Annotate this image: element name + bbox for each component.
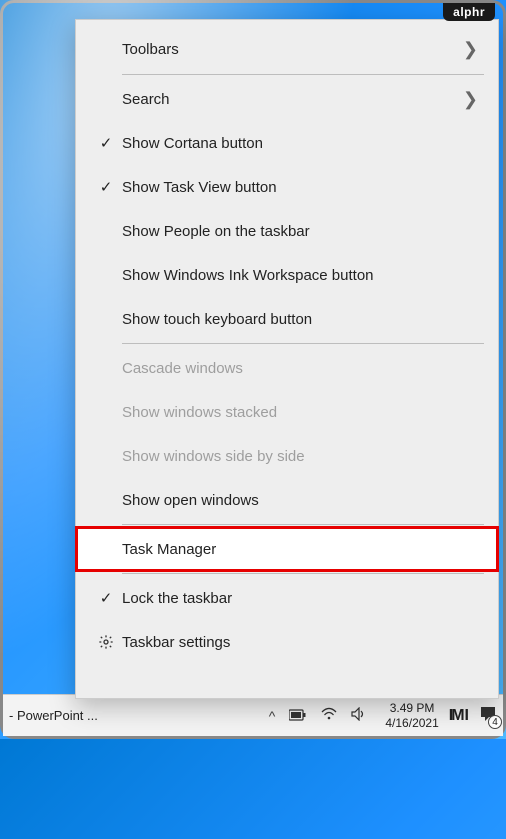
menu-label: Taskbar settings (122, 634, 484, 651)
menu-item-touch-keyboard[interactable]: Show touch keyboard button (76, 297, 498, 341)
menu-item-open-windows[interactable]: Show open windows (76, 478, 498, 522)
taskbar-app-powerpoint[interactable]: - PowerPoint ... (9, 708, 98, 723)
menu-item-sidebyside: Show windows side by side (76, 434, 498, 478)
brand-badge: alphr (443, 3, 495, 21)
menu-item-people[interactable]: Show People on the taskbar (76, 209, 498, 253)
menu-label: Toolbars (122, 41, 463, 58)
menu-label: Show touch keyboard button (122, 311, 484, 328)
divider (122, 573, 484, 574)
action-center-icon[interactable]: 4 (479, 705, 497, 726)
app-icon[interactable]: IMI (449, 707, 467, 725)
menu-label: Show windows stacked (122, 404, 484, 421)
chevron-right-icon: ❯ (463, 89, 478, 110)
menu-item-cortana[interactable]: ✓ Show Cortana button (76, 121, 498, 165)
system-clock[interactable]: 3.49 PM 4/16/2021 (385, 701, 438, 730)
menu-label: Show Task View button (122, 179, 484, 196)
menu-label: Show open windows (122, 492, 484, 509)
menu-item-taskview[interactable]: ✓ Show Task View button (76, 165, 498, 209)
menu-label: Lock the taskbar (122, 590, 484, 607)
clock-date: 4/16/2021 (385, 716, 438, 730)
system-tray: ^ (269, 707, 368, 724)
menu-label: Task Manager (122, 541, 484, 558)
divider (122, 74, 484, 75)
volume-icon[interactable] (351, 707, 367, 724)
menu-label: Show Cortana button (122, 135, 484, 152)
menu-item-search[interactable]: Search ❯ (76, 77, 498, 121)
menu-item-toolbars[interactable]: Toolbars ❯ (76, 20, 498, 72)
notification-count: 4 (488, 715, 502, 729)
taskbar-context-menu: Toolbars ❯ Search ❯ ✓ Show Cortana butto… (75, 19, 499, 699)
clock-time: 3.49 PM (385, 701, 438, 715)
taskbar-far-right: IMI 4 (449, 705, 497, 726)
divider (122, 343, 484, 344)
battery-icon[interactable] (289, 708, 307, 724)
tray-chevron-up-icon[interactable]: ^ (269, 708, 276, 724)
divider (122, 524, 484, 525)
wifi-icon[interactable] (321, 707, 337, 724)
check-icon: ✓ (90, 134, 122, 152)
menu-label: Search (122, 91, 463, 108)
menu-item-ink[interactable]: Show Windows Ink Workspace button (76, 253, 498, 297)
check-icon: ✓ (90, 589, 122, 607)
menu-label: Show Windows Ink Workspace button (122, 267, 484, 284)
menu-label: Show windows side by side (122, 448, 484, 465)
menu-item-task-manager[interactable]: Task Manager (76, 527, 498, 571)
menu-item-cascade: Cascade windows (76, 346, 498, 390)
check-icon: ✓ (90, 178, 122, 196)
menu-item-stacked: Show windows stacked (76, 390, 498, 434)
menu-item-lock-taskbar[interactable]: ✓ Lock the taskbar (76, 576, 498, 620)
menu-label: Show People on the taskbar (122, 223, 484, 240)
menu-label: Cascade windows (122, 360, 484, 377)
menu-item-taskbar-settings[interactable]: Taskbar settings (76, 620, 498, 664)
chevron-right-icon: ❯ (463, 39, 478, 60)
gear-icon (90, 634, 122, 650)
taskbar: - PowerPoint ... ^ 3.49 PM 4/16/2021 IMI… (3, 694, 503, 736)
